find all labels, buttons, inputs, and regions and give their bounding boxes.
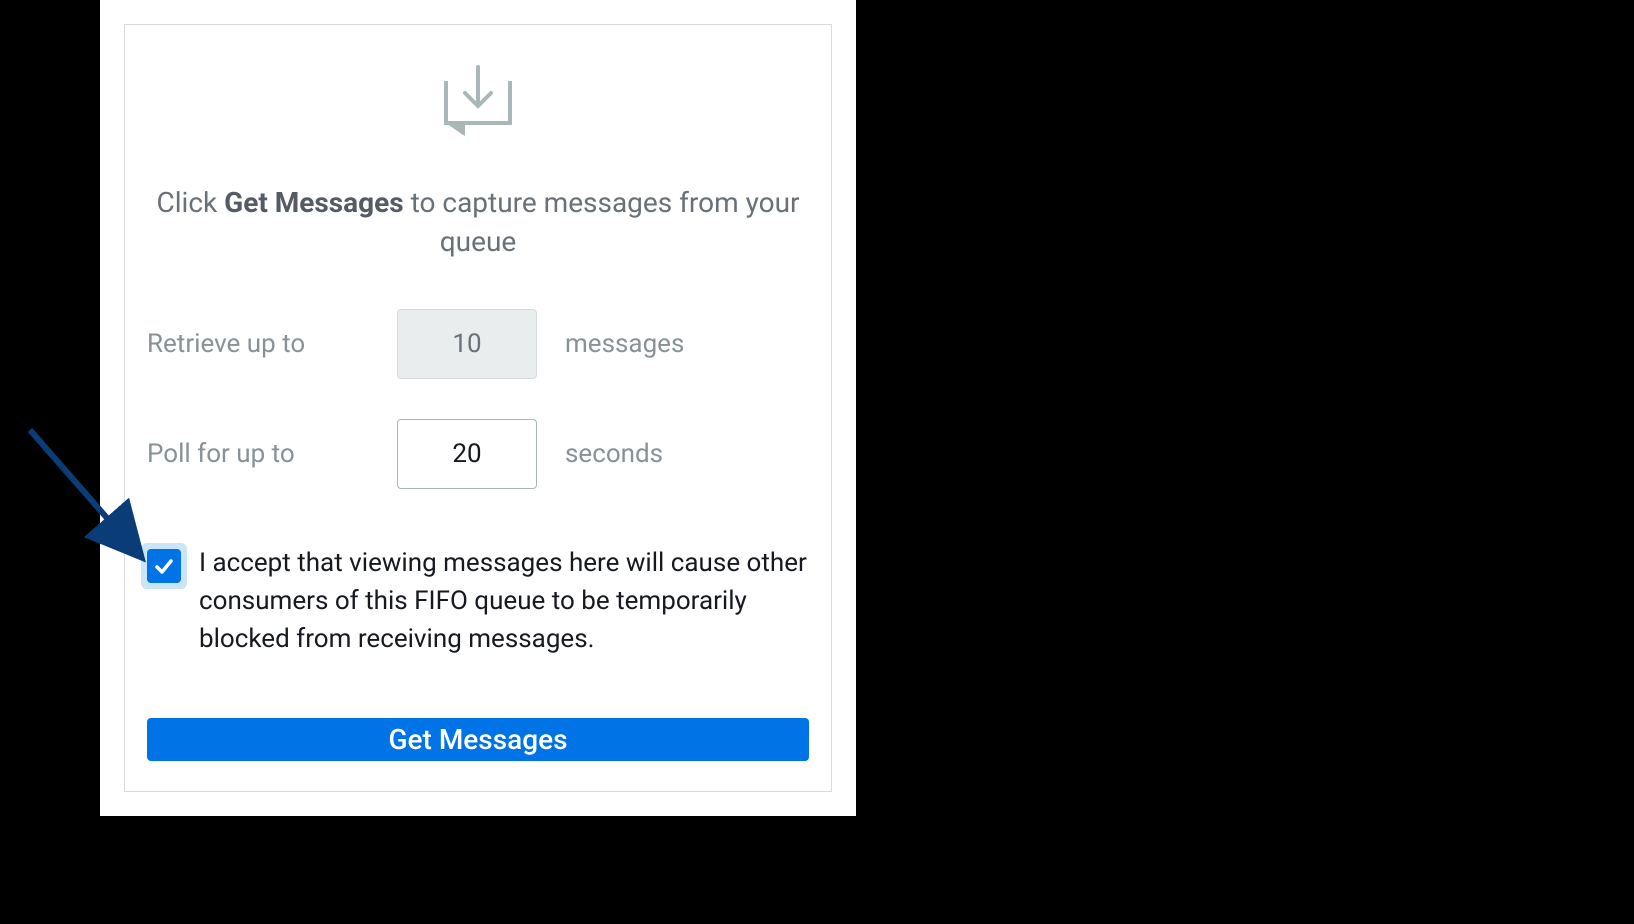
instruction-pre: Click (157, 186, 225, 219)
get-messages-panel: Click Get Messages to capture messages f… (100, 0, 856, 816)
check-icon (154, 556, 174, 576)
instruction-text: Click Get Messages to capture messages f… (147, 183, 809, 261)
instruction-bold: Get Messages (224, 186, 404, 219)
retrieve-count-input (397, 309, 537, 379)
poll-label-left: Poll for up to (147, 439, 397, 469)
accept-text: I accept that viewing messages here will… (199, 545, 809, 658)
poll-row: Poll for up to seconds (147, 419, 809, 489)
retrieve-row: Retrieve up to messages (147, 309, 809, 379)
poll-label-right: seconds (565, 439, 663, 469)
retrieve-label-right: messages (565, 329, 684, 359)
poll-seconds-input[interactable] (397, 419, 537, 489)
instruction-post: to capture messages from your queue (404, 186, 800, 258)
inbox-download-icon (147, 65, 809, 153)
accept-row: I accept that viewing messages here will… (147, 545, 809, 658)
retrieve-label-left: Retrieve up to (147, 329, 397, 359)
accept-checkbox[interactable] (147, 549, 181, 583)
panel-frame: Click Get Messages to capture messages f… (124, 24, 832, 792)
get-messages-button[interactable]: Get Messages (147, 718, 809, 761)
